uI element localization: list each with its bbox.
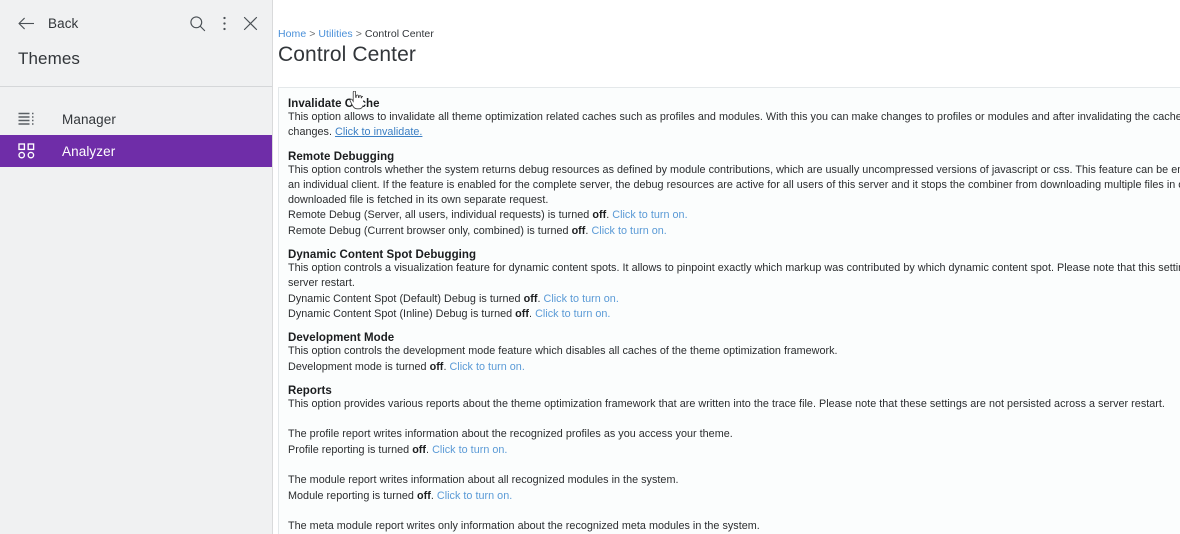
text: Dynamic Content Spot (Inline) Debug is t… (288, 307, 516, 320)
section-line: changes. Click to invalidate. (288, 125, 1180, 140)
breadcrumb: Home > Utilities > Control Center (278, 28, 1180, 40)
sidebar-item-label: Manager (62, 111, 116, 127)
themes-sidebar: Back Themes Manager Analyzer (0, 0, 273, 534)
section-heading: Invalidate Cache (288, 98, 380, 110)
text: Module reporting is turned (288, 489, 417, 502)
section-line (288, 504, 1180, 519)
invalidate-cache-link[interactable]: Click to invalidate. (335, 126, 422, 138)
close-icon[interactable] (243, 16, 258, 31)
section-line: Dynamic Content Spot (Inline) Debug is t… (288, 307, 1180, 322)
text: Remote Debug (Server, all users, individ… (288, 209, 593, 222)
state-value: off (592, 209, 607, 222)
breadcrumb-utilities[interactable]: Utilities (318, 28, 352, 40)
list-icon (18, 112, 35, 126)
section: Reports This option provides various repo… (288, 385, 1180, 534)
text: The module report writes information abo… (288, 474, 679, 487)
section: Invalidate Cache This option allows to in… (288, 98, 1180, 151)
text: an individual client. If the feature is … (288, 178, 1180, 191)
text: Dynamic Content Spot (Default) Debug is … (288, 292, 524, 305)
text: changes. (288, 126, 335, 139)
toggle-link[interactable]: Click to turn on. (544, 293, 619, 305)
text: server restart. (288, 277, 355, 290)
section-line: The meta module report writes only infor… (288, 519, 1180, 534)
main-content: Home > Utilities > Control Center Control Ce… (273, 0, 1180, 534)
section-line: The module report writes information abo… (288, 473, 1180, 488)
hierarchy-icon (18, 143, 35, 159)
breadcrumb-separator: > (355, 28, 362, 40)
section-line: This option controls a visualization fea… (288, 261, 1180, 276)
section-line (288, 412, 1180, 427)
text: Remote Debug (Current browser only, comb… (288, 224, 572, 237)
toggle-link[interactable]: Click to turn on. (612, 209, 687, 221)
vertical-dots-icon[interactable] (222, 15, 227, 32)
section-line (288, 458, 1180, 473)
main-inner: Home > Utilities > Control Center Control Ce… (273, 0, 1180, 534)
section-line: server restart. (288, 276, 1180, 291)
section-heading: Reports (288, 384, 332, 397)
sidebar-title: Themes (18, 49, 81, 68)
text: This option provides various reports abo… (288, 397, 1165, 410)
section-line: an individual client. If the feature is … (288, 178, 1180, 193)
section-line: Module reporting is turned off. Click to… (288, 489, 1180, 504)
toggle-link[interactable]: Click to turn on. (437, 490, 512, 502)
state-value: off (515, 307, 530, 320)
section-line: This option allows to invalidate all the… (288, 110, 1180, 125)
section-line: This option provides various reports abo… (288, 397, 1180, 412)
toggle-link[interactable]: Click to turn on. (432, 444, 507, 456)
control-center-card: Invalidate Cache This option allows to in… (278, 87, 1180, 534)
section-heading: Development Mode (288, 332, 395, 345)
text: This option controls the development mod… (288, 345, 838, 358)
state-value: off (416, 489, 431, 502)
section: Development Mode This option controls the… (288, 332, 1180, 385)
text: This option controls whether the system … (288, 163, 1180, 176)
back-label: Back (48, 15, 79, 31)
state-value: off (523, 292, 538, 305)
section: Remote Debugging This option controls whe… (288, 151, 1180, 249)
toggle-link[interactable]: Click to turn on. (449, 361, 524, 373)
text: Development mode is turned (288, 360, 430, 373)
state-value: off (429, 360, 444, 373)
arrow-left-icon (18, 17, 35, 30)
breadcrumb-current: Control Center (364, 28, 434, 40)
text: downloaded file is fetched in its own se… (288, 194, 549, 207)
sidebar-toolbar: Back (0, 0, 272, 46)
text: This option allows to invalidate all the… (288, 111, 1180, 123)
control-center-page: Back Themes Manager Analyzer Home > Util… (0, 0, 1180, 534)
section-line: The profile report writes information ab… (288, 427, 1180, 442)
text: The profile report writes information ab… (288, 428, 733, 441)
sidebar-item-label: Analyzer (62, 143, 116, 159)
section-line: Remote Debug (Current browser only, comb… (288, 224, 1180, 239)
section-line: Remote Debug (Server, all users, individ… (288, 208, 1180, 223)
section-line: Development mode is turned off. Click to… (288, 360, 1180, 375)
toggle-link[interactable]: Click to turn on. (591, 225, 666, 237)
breadcrumb-home[interactable]: Home (278, 28, 306, 40)
text: Profile reporting is turned (288, 443, 413, 456)
back-button[interactable]: Back (18, 16, 78, 31)
sidebar-item-analyzer[interactable]: Analyzer (0, 135, 272, 167)
breadcrumb-separator: > (309, 28, 316, 40)
text: This option controls a visualization fea… (288, 262, 1180, 275)
toggle-link[interactable]: Click to turn on. (535, 308, 610, 320)
sidebar-nav-list: Manager Analyzer (0, 87, 272, 167)
section-heading: Remote Debugging (288, 150, 395, 163)
search-icon[interactable] (189, 15, 206, 32)
text: The meta module report writes only infor… (288, 520, 760, 533)
section: Dynamic Content Spot Debugging This optio… (288, 249, 1180, 332)
section-line: Profile reporting is turned off. Click t… (288, 443, 1180, 458)
state-value: off (571, 224, 586, 237)
sidebar-item-manager[interactable]: Manager (0, 103, 272, 135)
sidebar-toolbar-actions (189, 15, 258, 32)
section-line: Dynamic Content Spot (Default) Debug is … (288, 292, 1180, 307)
section-line: This option controls the development mod… (288, 344, 1180, 359)
state-value: off (412, 443, 427, 456)
section-line: downloaded file is fetched in its own se… (288, 193, 1180, 208)
section-line: This option controls whether the system … (288, 163, 1180, 178)
page-title: Control Center (278, 43, 416, 66)
section-heading: Dynamic Content Spot Debugging (288, 249, 477, 262)
